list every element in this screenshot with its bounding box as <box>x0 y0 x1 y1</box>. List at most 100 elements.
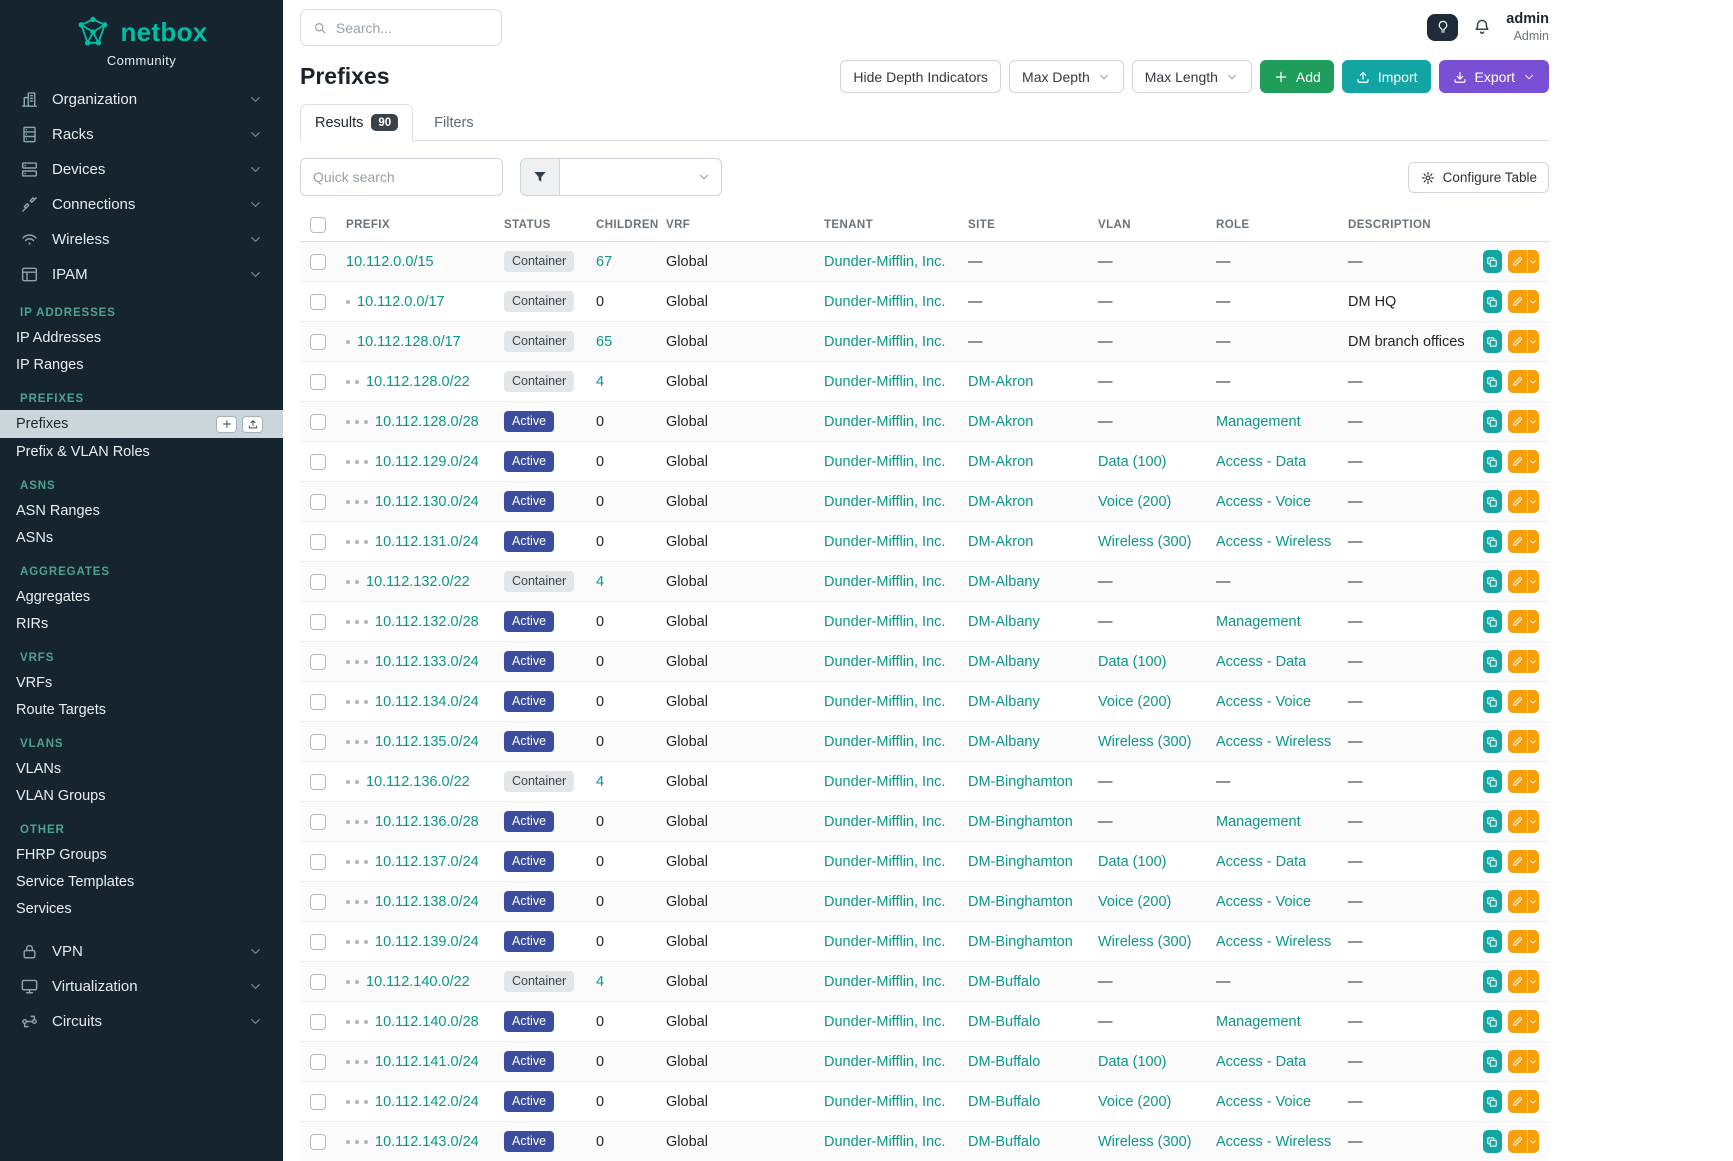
row-checkbox[interactable] <box>310 254 326 270</box>
row-checkbox[interactable] <box>310 934 326 950</box>
sidebar-item-ip-ranges[interactable]: IP Ranges <box>0 351 283 378</box>
role-link[interactable]: Access - Data <box>1216 854 1306 870</box>
site-link[interactable]: DM-Akron <box>968 414 1033 430</box>
sidebar-item-aggregates[interactable]: Aggregates <box>0 583 283 610</box>
prefix-link[interactable]: 10.112.0.0/15 <box>346 254 434 270</box>
children-count[interactable]: 0 <box>596 934 604 950</box>
children-count[interactable]: 0 <box>596 654 604 670</box>
column-header-description[interactable]: Description <box>1338 209 1473 242</box>
row-checkbox[interactable] <box>310 734 326 750</box>
edit-dropdown-button[interactable] <box>1527 330 1539 353</box>
children-count[interactable]: 0 <box>596 1094 604 1110</box>
edit-dropdown-button[interactable] <box>1527 650 1539 673</box>
sidebar-item-vrfs[interactable]: VRFs <box>0 669 283 696</box>
site-link[interactable]: DM-Binghamton <box>968 814 1073 830</box>
row-checkbox[interactable] <box>310 814 326 830</box>
sidebar-item-prefixes[interactable]: Prefixes <box>0 410 283 438</box>
edit-button[interactable] <box>1508 290 1527 313</box>
children-count[interactable]: 65 <box>596 334 612 350</box>
edit-button[interactable] <box>1508 410 1527 433</box>
site-link[interactable]: DM-Akron <box>968 534 1033 550</box>
edit-dropdown-button[interactable] <box>1527 450 1539 473</box>
global-search[interactable] <box>300 9 502 46</box>
copy-button[interactable] <box>1483 610 1502 633</box>
vlan-link[interactable]: Data (100) <box>1098 454 1167 470</box>
row-checkbox[interactable] <box>310 614 326 630</box>
edit-dropdown-button[interactable] <box>1527 930 1539 953</box>
prefix-link[interactable]: 10.112.128.0/22 <box>366 374 470 390</box>
edit-dropdown-button[interactable] <box>1527 1050 1539 1073</box>
row-checkbox[interactable] <box>310 1134 326 1150</box>
copy-button[interactable] <box>1483 890 1502 913</box>
children-count[interactable]: 0 <box>596 294 604 310</box>
copy-button[interactable] <box>1483 810 1502 833</box>
saved-filter-select[interactable] <box>560 158 722 196</box>
copy-button[interactable] <box>1483 1050 1502 1073</box>
site-link[interactable]: DM-Albany <box>968 614 1040 630</box>
edit-dropdown-button[interactable] <box>1527 370 1539 393</box>
edit-button[interactable] <box>1508 570 1527 593</box>
vlan-link[interactable]: Data (100) <box>1098 654 1167 670</box>
copy-button[interactable] <box>1483 650 1502 673</box>
children-count[interactable]: 0 <box>596 1014 604 1030</box>
sidebar-item-organization[interactable]: Organization <box>0 82 283 117</box>
sidebar-item-rirs[interactable]: RIRs <box>0 610 283 637</box>
prefix-link[interactable]: 10.112.140.0/22 <box>366 974 470 990</box>
prefix-link[interactable]: 10.112.137.0/24 <box>375 854 479 870</box>
edit-dropdown-button[interactable] <box>1527 410 1539 433</box>
vlan-link[interactable]: Voice (200) <box>1098 1094 1171 1110</box>
role-link[interactable]: Access - Wireless <box>1216 734 1331 750</box>
add-button[interactable]: Add <box>1260 60 1334 93</box>
tab-filters[interactable]: Filters <box>419 105 488 141</box>
children-count[interactable]: 0 <box>596 614 604 630</box>
edit-button[interactable] <box>1508 730 1527 753</box>
prefix-link[interactable]: 10.112.141.0/24 <box>375 1054 479 1070</box>
role-link[interactable]: Access - Wireless <box>1216 934 1331 950</box>
column-header-vrf[interactable]: VRF <box>656 209 814 242</box>
site-link[interactable]: DM-Albany <box>968 694 1040 710</box>
children-count[interactable]: 0 <box>596 1054 604 1070</box>
role-link[interactable]: Access - Wireless <box>1216 534 1331 550</box>
row-checkbox[interactable] <box>310 1094 326 1110</box>
sidebar-item-services[interactable]: Services <box>0 895 283 922</box>
role-link[interactable]: Access - Voice <box>1216 694 1311 710</box>
children-count[interactable]: 4 <box>596 574 604 590</box>
vlan-link[interactable]: Voice (200) <box>1098 494 1171 510</box>
vlan-link[interactable]: Wireless (300) <box>1098 1134 1191 1150</box>
sidebar-item-fhrp-groups[interactable]: FHRP Groups <box>0 841 283 868</box>
tenant-link[interactable]: Dunder-Mifflin, Inc. <box>824 894 945 910</box>
edit-dropdown-button[interactable] <box>1527 890 1539 913</box>
row-checkbox[interactable] <box>310 974 326 990</box>
edit-button[interactable] <box>1508 530 1527 553</box>
column-header-prefix[interactable]: Prefix <box>336 209 494 242</box>
children-count[interactable]: 0 <box>596 534 604 550</box>
copy-button[interactable] <box>1483 1130 1502 1153</box>
edit-dropdown-button[interactable] <box>1527 1130 1539 1153</box>
site-link[interactable]: DM-Akron <box>968 494 1033 510</box>
prefix-link[interactable]: 10.112.136.0/22 <box>366 774 470 790</box>
sidebar-item-vpn[interactable]: VPN <box>0 934 283 969</box>
sidebar-item-devices[interactable]: Devices <box>0 152 283 187</box>
copy-button[interactable] <box>1483 570 1502 593</box>
prefix-link[interactable]: 10.112.0.0/17 <box>357 294 445 310</box>
edit-button[interactable] <box>1508 970 1527 993</box>
prefix-link[interactable]: 10.112.130.0/24 <box>375 494 479 510</box>
vlan-link[interactable]: Voice (200) <box>1098 694 1171 710</box>
prefix-link[interactable]: 10.112.135.0/24 <box>375 734 479 750</box>
column-header-tenant[interactable]: Tenant <box>814 209 958 242</box>
edit-button[interactable] <box>1508 890 1527 913</box>
user-menu[interactable]: admin Admin <box>1506 11 1549 43</box>
copy-button[interactable] <box>1483 530 1502 553</box>
tenant-link[interactable]: Dunder-Mifflin, Inc. <box>824 294 945 310</box>
tenant-link[interactable]: Dunder-Mifflin, Inc. <box>824 254 945 270</box>
edit-dropdown-button[interactable] <box>1527 530 1539 553</box>
tenant-link[interactable]: Dunder-Mifflin, Inc. <box>824 1054 945 1070</box>
role-link[interactable]: Management <box>1216 814 1301 830</box>
row-checkbox[interactable] <box>310 294 326 310</box>
prefix-link[interactable]: 10.112.142.0/24 <box>375 1094 479 1110</box>
export-dropdown[interactable]: Export <box>1439 60 1549 93</box>
copy-button[interactable] <box>1483 370 1502 393</box>
prefix-link[interactable]: 10.112.143.0/24 <box>375 1134 479 1150</box>
tenant-link[interactable]: Dunder-Mifflin, Inc. <box>824 1014 945 1030</box>
edit-button[interactable] <box>1508 930 1527 953</box>
